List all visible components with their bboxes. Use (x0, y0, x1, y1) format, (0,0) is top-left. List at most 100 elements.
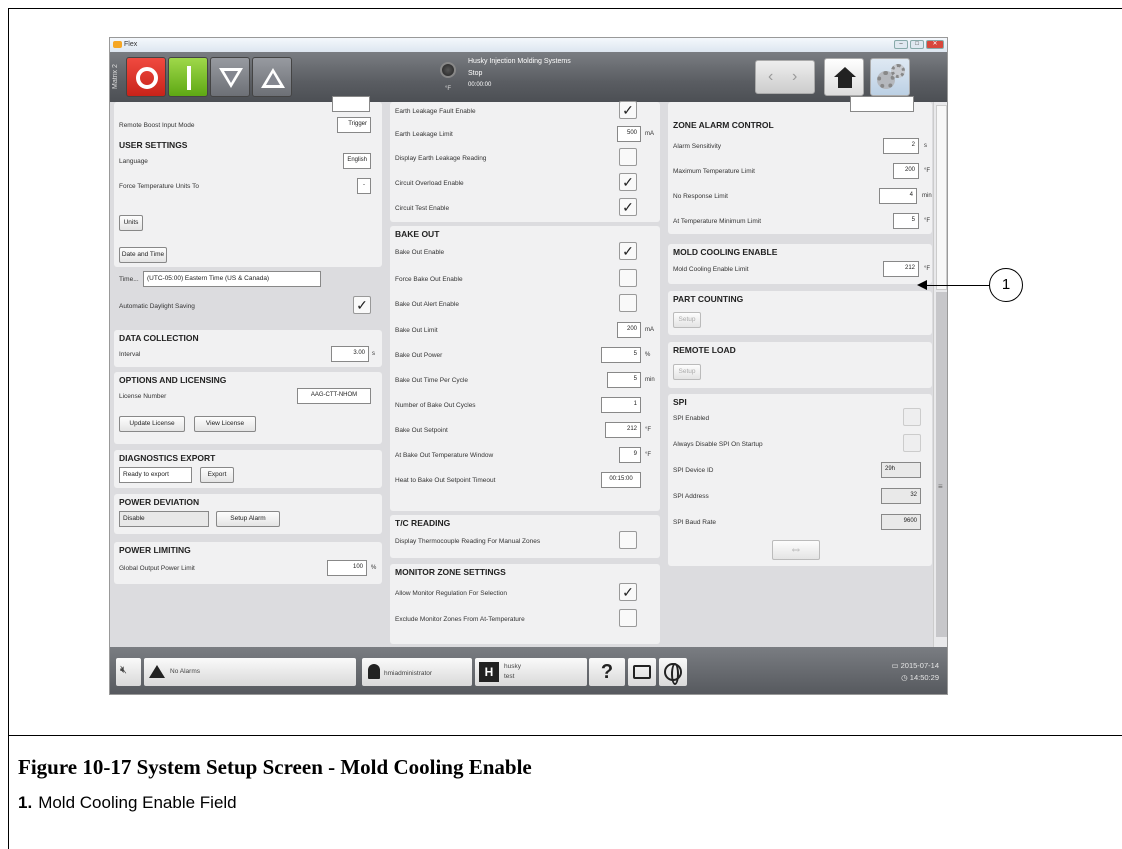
figure-legend: 1. Mold Cooling Enable Field (18, 793, 237, 813)
tc-reading-checkbox[interactable] (619, 531, 637, 549)
back-arrow-icon[interactable]: ‹ (768, 68, 773, 86)
spi-transfer-button[interactable]: ⇔ (772, 540, 820, 560)
no-response-field[interactable]: 4 (879, 188, 917, 204)
scrollbar[interactable]: ≡ (933, 102, 947, 647)
bake-out-limit-field[interactable]: 200 (617, 322, 641, 338)
settings-button[interactable] (870, 58, 910, 96)
user-button[interactable]: hmiadministrator (362, 658, 472, 686)
options-licensing-title: OPTIONS AND LICENSING (119, 375, 227, 385)
view-license-button[interactable]: View License (194, 416, 256, 432)
interval-field[interactable]: 3.00 (331, 346, 369, 362)
tc-reading-label: Display Thermocouple Reading For Manual … (395, 538, 541, 545)
alarm-sensitivity-field[interactable]: 2 (883, 138, 919, 154)
bake-out-power-field[interactable]: 5 (601, 347, 641, 363)
earth-leakage-fault-checkbox[interactable]: ✓ (619, 101, 637, 119)
mute-button[interactable]: 🔇︎ (116, 658, 141, 686)
bake-out-alert-checkbox[interactable] (619, 294, 637, 312)
power-limit-label: Global Output Power Limit (119, 565, 195, 572)
force-temp-row: Force Temperature Units To - (119, 178, 378, 194)
globe-icon (664, 663, 682, 685)
alarms-button[interactable]: No Alarms (144, 658, 356, 686)
status-bar: 🔇︎ No Alarms hmiadministrator H husky te… (110, 647, 947, 694)
time-text: 14:50:29 (909, 673, 939, 682)
earth-leakage-limit-field[interactable]: 500 (617, 126, 641, 142)
mold-button[interactable]: H husky test (475, 658, 587, 686)
remote-boost-mode-row: Remote Boost Input Mode Trigger (119, 117, 378, 133)
bake-out-setpoint-field[interactable]: 212 (605, 422, 641, 438)
home-button[interactable] (824, 58, 864, 96)
bake-out-timeout-field[interactable]: 00:15:00 (601, 472, 641, 488)
max-temp-field[interactable]: 200 (893, 163, 919, 179)
standby-button[interactable] (210, 57, 250, 97)
export-button[interactable]: Export (200, 467, 234, 483)
top-field[interactable] (850, 96, 914, 112)
remote-boost-mode-label: Remote Boost Input Mode (119, 122, 195, 129)
scrollbar-thumb[interactable] (936, 105, 947, 290)
spi-device-label: SPI Device ID (673, 467, 714, 474)
bake-out-power-unit: % (645, 352, 651, 358)
clock-icon: ◷ (901, 673, 910, 682)
boost-button[interactable] (252, 57, 292, 97)
power-deviation-select[interactable]: Disable (119, 511, 209, 527)
spi-address-field[interactable]: 32 (881, 488, 921, 504)
spi-baud-field[interactable]: 9600 (881, 514, 921, 530)
spi-device-field[interactable]: 29h (881, 462, 921, 478)
min-limit-field[interactable]: 5 (893, 213, 919, 229)
scrollbar-track[interactable] (936, 292, 947, 637)
spi-enabled-checkbox[interactable] (903, 408, 921, 426)
start-button[interactable] (168, 57, 208, 97)
mold-cooling-field[interactable]: 212 (883, 261, 919, 277)
exclude-monitor-checkbox[interactable] (619, 609, 637, 627)
time-zone-field[interactable]: (UTC-05:00) Eastern Time (US & Canada) (143, 271, 321, 287)
force-temp-select[interactable]: - (357, 178, 371, 194)
bake-out-window-field[interactable]: 9 (619, 447, 641, 463)
units-button[interactable]: Units (119, 215, 143, 231)
circuit-overload-checkbox[interactable]: ✓ (619, 173, 637, 191)
part-counting-setup-button[interactable]: Setup (673, 312, 701, 328)
legend-item-text: Mold Cooling Enable Field (38, 793, 237, 812)
dst-checkbox[interactable]: ✓ (353, 296, 371, 314)
stop-button[interactable] (126, 57, 166, 97)
dst-row: Automatic Daylight Saving ✓ (119, 296, 378, 314)
forward-arrow-icon[interactable]: › (792, 68, 797, 86)
bake-out-window-label: At Bake Out Temperature Window (395, 452, 494, 459)
maximize-button[interactable]: □ (910, 40, 924, 49)
no-response-label: No Response Limit (673, 193, 728, 200)
force-bake-out-checkbox[interactable] (619, 269, 637, 287)
remote-load-title: REMOTE LOAD (673, 345, 736, 355)
part-counting-panel: PART COUNTING Setup (668, 291, 932, 335)
alarm-sensitivity-label: Alarm Sensitivity (673, 143, 722, 150)
bake-out-timeout-row: Heat to Bake Out Setpoint Timeout 00:15:… (395, 472, 656, 488)
bake-out-cycles-field[interactable]: 1 (601, 397, 641, 413)
force-bake-out-row: Force Bake Out Enable (395, 269, 656, 287)
setup-alarm-button[interactable]: Setup Alarm (216, 511, 280, 527)
tc-reading-panel: T/C READING Display Thermocouple Reading… (390, 515, 660, 558)
license-field[interactable]: AAG-CTT-NHOM (297, 388, 371, 404)
nav-arrows: ‹ › (755, 60, 815, 94)
earth-leakage-fault-row: Earth Leakage Fault Enable ✓ (395, 101, 656, 119)
spi-disable-checkbox[interactable] (903, 434, 921, 452)
remote-load-setup-button[interactable]: Setup (673, 364, 701, 380)
help-button[interactable]: ? (589, 658, 625, 686)
bake-out-setpoint-unit: °F (645, 427, 652, 433)
bake-out-time-field[interactable]: 5 (607, 372, 641, 388)
window-title: Flex (124, 41, 138, 48)
update-license-button[interactable]: Update License (119, 416, 185, 432)
close-button[interactable]: ✕ (926, 40, 944, 49)
screenshot-button[interactable] (628, 658, 656, 686)
monitor-regulation-checkbox[interactable]: ✓ (619, 583, 637, 601)
language-select[interactable]: English (343, 153, 371, 169)
zone-alarm-panel: ZONE ALARM CONTROL Alarm Sensitivity 2 s… (668, 96, 932, 234)
display-earth-leakage-checkbox[interactable] (619, 148, 637, 166)
date-text: 2015-07-14 (900, 661, 939, 670)
minimize-button[interactable]: – (894, 40, 908, 49)
date-time-button[interactable]: Date and Time (119, 247, 167, 263)
remote-boost-mode-value[interactable]: Trigger (337, 117, 371, 133)
circuit-test-checkbox[interactable]: ✓ (619, 198, 637, 216)
power-limit-field[interactable]: 100 (327, 560, 367, 576)
language-button[interactable] (659, 658, 687, 686)
mold-cooling-label: Mold Cooling Enable Limit (673, 266, 749, 273)
remote-boost-delay-field[interactable] (332, 96, 370, 112)
circuit-overload-row: Circuit Overload Enable ✓ (395, 173, 656, 191)
bake-out-enable-checkbox[interactable]: ✓ (619, 242, 637, 260)
